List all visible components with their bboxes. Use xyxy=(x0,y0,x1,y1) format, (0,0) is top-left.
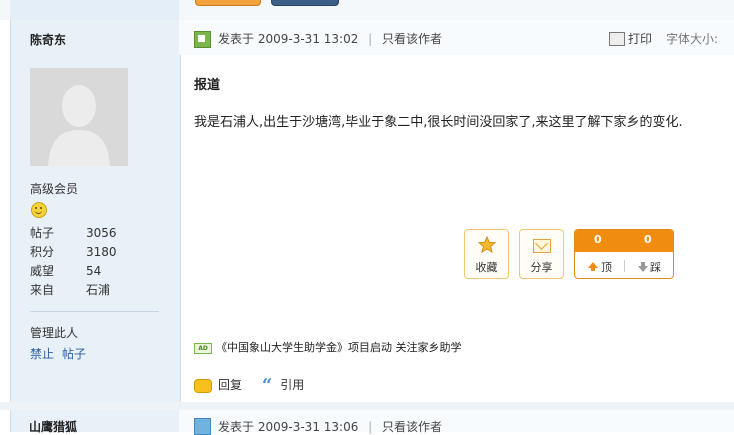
vote-box: 0 0 顶 踩 xyxy=(574,229,674,279)
stat-row: 来自 石浦 xyxy=(30,281,117,300)
author-sidebar: 陈奇东 高级会员 帖子 3056 积分 3180 威望 54 来自 石浦 管理此… xyxy=(10,20,181,410)
print-link[interactable]: 打印 xyxy=(628,31,652,47)
next-post-meta: 发表于 2009-3-31 13:06 | 只看该作者 xyxy=(218,418,442,435)
top-strip-side xyxy=(10,0,179,20)
sidebar-divider xyxy=(30,311,159,312)
avatar[interactable] xyxy=(30,68,128,166)
next-post-status-icon xyxy=(194,418,211,435)
ad-row: AD 《中国象山大学生助学金》项目启动 关注家乡助学 xyxy=(194,339,462,355)
forum-thread-page: 陈奇东 高级会员 帖子 3056 积分 3180 威望 54 来自 石浦 管理此… xyxy=(0,0,734,435)
share-label: 分享 xyxy=(530,261,553,274)
reply-link[interactable]: 回复 xyxy=(218,378,242,392)
user-rank: 高级会员 xyxy=(30,182,79,196)
share-icon xyxy=(533,239,551,253)
manage-links: 禁止 帖子 xyxy=(30,345,94,362)
stat-label: 积分 xyxy=(30,245,55,259)
stat-value: 3180 xyxy=(86,245,117,259)
meta-separator: | xyxy=(368,32,373,46)
author-name[interactable]: 陈奇东 xyxy=(30,31,66,48)
favorite-button[interactable]: 收藏 xyxy=(464,229,509,279)
posted-prefix: 发表于 xyxy=(218,32,255,46)
post-actions-row: 回复 “ 引用 xyxy=(194,374,304,396)
vote-separator xyxy=(624,260,625,272)
top-strip xyxy=(0,0,734,20)
vote-count-bar xyxy=(575,230,673,252)
quote-icon: “ xyxy=(261,374,273,396)
downvote-button[interactable]: 踩 xyxy=(650,259,661,275)
manage-user-label: 管理此人 xyxy=(30,326,79,340)
reply-icon xyxy=(194,378,212,393)
stat-value: 3056 xyxy=(86,226,117,240)
only-author-link[interactable]: 只看该作者 xyxy=(382,32,442,46)
stat-label: 威望 xyxy=(30,264,55,278)
printer-icon[interactable] xyxy=(609,32,625,46)
next-author-name[interactable]: 山鹰猎狐 xyxy=(29,418,77,435)
post-title: 报道 xyxy=(194,78,221,93)
ban-user-link[interactable]: 禁止 xyxy=(30,347,54,361)
share-button[interactable]: 分享 xyxy=(519,229,564,279)
arrow-up-icon xyxy=(588,262,598,271)
ad-badge-icon: AD xyxy=(194,342,212,354)
up-count: 0 xyxy=(594,233,602,246)
font-size-label: 字体大小: xyxy=(666,32,719,46)
star-icon xyxy=(478,236,496,254)
quote-link[interactable]: 引用 xyxy=(280,378,304,392)
post-separator xyxy=(0,402,734,410)
stat-row: 威望 54 xyxy=(30,262,117,281)
arrow-down-icon xyxy=(638,262,648,272)
down-count: 0 xyxy=(644,233,652,246)
favorite-label: 收藏 xyxy=(475,261,498,274)
post-content: 我是石浦人,出生于沙塘湾,毕业于象二中,很长时间没回家了,来这里了解下家乡的变化… xyxy=(194,115,683,130)
stat-row: 积分 3180 xyxy=(30,243,117,262)
stat-value: 54 xyxy=(86,264,102,278)
post-meta: 发表于 2009-3-31 13:02 | 只看该作者 xyxy=(218,31,442,47)
upvote-button[interactable]: 顶 xyxy=(601,259,612,275)
stat-label: 来自 xyxy=(30,283,55,297)
stat-label: 帖子 xyxy=(30,226,55,240)
ad-link[interactable]: 《中国象山大学生助学金》项目启动 关注家乡助学 xyxy=(216,341,462,354)
avatar-silhouette-icon xyxy=(30,68,128,166)
user-posts-link[interactable]: 帖子 xyxy=(62,347,86,361)
stat-value: 石浦 xyxy=(86,283,111,297)
new-post-button[interactable] xyxy=(195,0,261,6)
user-stats: 帖子 3056 积分 3180 威望 54 来自 石浦 xyxy=(30,224,117,300)
smiley-icon xyxy=(31,202,47,218)
reply-thread-button[interactable] xyxy=(271,0,339,6)
post-status-icon xyxy=(194,31,211,48)
posted-time: 2009-3-31 13:02 xyxy=(257,32,359,46)
stat-row: 帖子 3056 xyxy=(30,224,117,243)
